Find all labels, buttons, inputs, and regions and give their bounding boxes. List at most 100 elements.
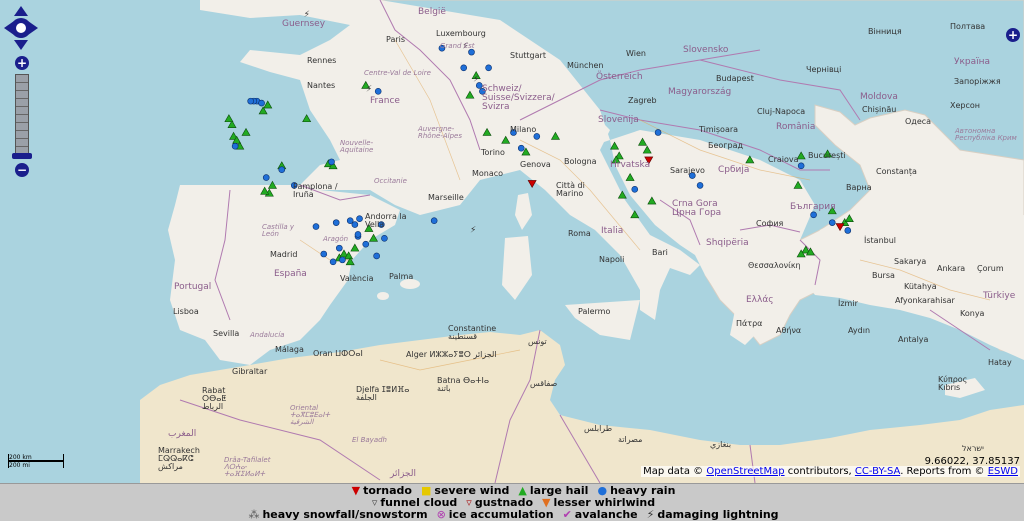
- heavy-rain-marker[interactable]: [278, 166, 286, 174]
- label-bucuresti: București: [808, 151, 846, 160]
- tornado-marker[interactable]: [527, 180, 537, 189]
- label-munchen: München: [567, 61, 604, 70]
- heavy-rain-marker[interactable]: [631, 186, 639, 193]
- label-lisboa: Lisboa: [173, 307, 199, 316]
- label-safaqis: صفاقس: [530, 379, 558, 388]
- label-cluj: Cluj-Napoca: [757, 107, 806, 116]
- zoom-in-button[interactable]: +: [15, 56, 29, 70]
- heavy-rain-marker[interactable]: [373, 252, 380, 260]
- layer-switcher-button[interactable]: +: [1006, 28, 1020, 42]
- heavy-rain-marker[interactable]: [356, 215, 363, 223]
- heavy-rain-marker[interactable]: [339, 256, 346, 264]
- heavy-rain-marker[interactable]: [533, 133, 541, 140]
- map-viewport[interactable]: ⚡ ⚡ ⚡ ⚡ ⚡ Guernsey België Paris Luxembourg R…: [0, 0, 1024, 483]
- label-istanbul: İstanbul: [864, 236, 897, 245]
- label-bursa: Bursa: [872, 271, 895, 280]
- legend-item-heavy-snowfall-snowstorm: ⁂ heavy snowfall/snowstorm: [245, 508, 427, 521]
- heavy-rain-marker[interactable]: [460, 64, 468, 72]
- heavy-rain-marker[interactable]: [262, 174, 270, 181]
- heavy-rain-marker[interactable]: [844, 227, 852, 234]
- map-attribution: Map data © OpenStreetMap contributors, C…: [641, 466, 1020, 477]
- label-misrata: مصراتة: [618, 435, 643, 444]
- label-andalucia: Andalucía: [250, 331, 285, 339]
- large-hail-marker[interactable]: [241, 127, 251, 136]
- zoom-slider[interactable]: [15, 74, 29, 155]
- label-ellas: Ελλάς: [746, 295, 774, 305]
- label-kutahya: Kütahya: [904, 282, 937, 291]
- heavy-rain-marker[interactable]: [362, 240, 370, 248]
- pan-arrows-icon[interactable]: [4, 6, 38, 50]
- label-constantine: Constantine قسنطينة: [448, 324, 497, 341]
- label-konya: Konya: [960, 309, 985, 318]
- damaging-lightning-marker[interactable]: ⚡: [470, 226, 476, 236]
- label-grand-est: Grand Est: [440, 42, 475, 50]
- heavy-rain-marker[interactable]: [468, 48, 475, 56]
- heavy-rain-marker[interactable]: [231, 142, 239, 150]
- label-rennes: Rennes: [307, 56, 337, 65]
- eswd-link[interactable]: ESWD: [988, 466, 1018, 477]
- legend-symbol-icon: ✔: [562, 508, 572, 521]
- heavy-rain-marker[interactable]: [247, 97, 254, 105]
- legend-item-damaging-lightning: ⚡ damaging lightning: [644, 508, 779, 521]
- heavy-rain-marker[interactable]: [696, 182, 704, 189]
- attribution-reports: . Reports from ©: [900, 466, 985, 477]
- pan-zoom-control[interactable]: + −: [4, 6, 38, 181]
- label-moldova: Moldova: [860, 92, 898, 102]
- heavy-rain-marker[interactable]: [654, 129, 662, 136]
- label-aragon: Aragón: [323, 235, 349, 243]
- label-chisinau: Chișinău: [862, 105, 897, 114]
- heavy-rain-marker[interactable]: [351, 221, 359, 228]
- heavy-rain-marker[interactable]: [374, 88, 382, 95]
- label-palermo: Palermo: [578, 307, 611, 316]
- large-hail-marker[interactable]: [302, 114, 312, 123]
- label-izmir: İzmir: [838, 299, 858, 308]
- heavy-rain-marker[interactable]: [312, 223, 320, 230]
- label-espana: España: [274, 269, 307, 279]
- heavy-rain-marker[interactable]: [329, 258, 337, 266]
- label-rabat: Rabat ⵔⴱⴰⵟ الرباط: [202, 386, 227, 411]
- label-valencia: València: [340, 274, 374, 283]
- large-hail-marker[interactable]: [267, 180, 277, 189]
- label-nantes: Nantes: [307, 81, 336, 90]
- damaging-lightning-marker[interactable]: ⚡: [473, 75, 479, 85]
- heavy-rain-marker[interactable]: [332, 219, 340, 226]
- heavy-rain-marker[interactable]: [797, 162, 805, 170]
- label-craiova: Craiova: [768, 155, 799, 164]
- label-centre: Centre-Val de Loire: [364, 69, 431, 77]
- damaging-lightning-marker[interactable]: ⚡: [366, 84, 372, 94]
- heavy-rain-marker[interactable]: [258, 99, 265, 107]
- label-wien: Wien: [626, 49, 646, 58]
- label-antalya: Antalya: [898, 335, 929, 344]
- legend-label: damaging lightning: [657, 508, 779, 521]
- heavy-rain-marker[interactable]: [810, 211, 817, 219]
- large-hail-marker[interactable]: [224, 114, 234, 123]
- label-timisoara: Timișoara: [699, 125, 739, 134]
- heavy-rain-marker[interactable]: [336, 244, 343, 252]
- zoom-out-button[interactable]: −: [15, 163, 29, 177]
- label-sevilla: Sevilla: [213, 329, 240, 338]
- heavy-rain-marker[interactable]: [328, 158, 335, 166]
- label-banghazi: بنغازي: [710, 440, 732, 449]
- heavy-rain-marker[interactable]: [354, 231, 362, 238]
- label-palma: Palma: [389, 272, 414, 281]
- openstreetmap-link[interactable]: OpenStreetMap: [706, 466, 784, 477]
- legend-item-ice-accumulation: ⊗ ice accumulation: [434, 508, 554, 521]
- scale-bar: 200 km 200 mi: [8, 454, 64, 469]
- label-roma: Roma: [568, 229, 591, 238]
- license-link[interactable]: CC-BY-SA: [855, 466, 900, 477]
- heavy-rain-marker[interactable]: [381, 235, 388, 242]
- heavy-rain-marker[interactable]: [517, 144, 525, 152]
- heavy-rain-marker[interactable]: [828, 219, 836, 226]
- zoom-slider-handle[interactable]: [12, 153, 32, 159]
- label-torino: Torino: [481, 148, 505, 157]
- legend-item-avalanche: ✔ avalanche: [560, 508, 638, 521]
- heavy-rain-marker[interactable]: [430, 217, 438, 224]
- label-pamplona: Pamplona / Iruña: [293, 182, 338, 199]
- label-bari: Bari: [652, 248, 668, 257]
- large-hail-marker[interactable]: [263, 100, 273, 109]
- heavy-rain-marker[interactable]: [485, 64, 492, 72]
- label-odesa: Одеса: [905, 117, 932, 126]
- label-alger: Alger ⵍⵣⵣⴰⵢⴻⵔ الجزائر: [406, 350, 497, 359]
- label-turkiye: Türkiye: [983, 291, 1016, 301]
- heavy-rain-marker[interactable]: [320, 250, 328, 258]
